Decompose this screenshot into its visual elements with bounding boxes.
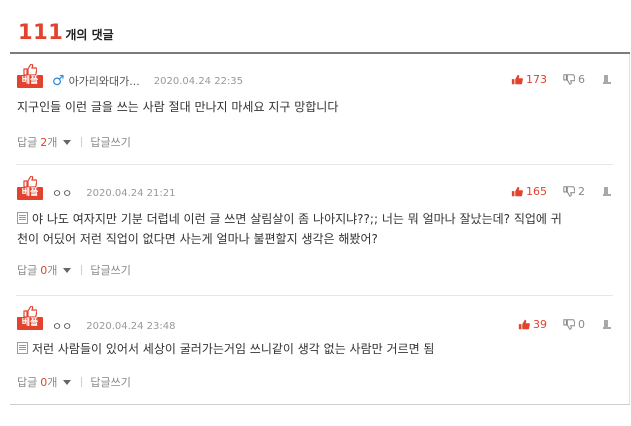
thumbs-up-icon [23,306,37,317]
reply-count[interactable]: 0 [40,376,47,389]
comment-actions: 답글 0 개 답글쓰기 [17,374,131,390]
comment-meta: ♂ 아가리와대가... 2020.04.24 22:35 [52,73,243,89]
action-divider [81,265,83,275]
like-count: 165 [526,185,547,198]
best-label: 베플 [17,317,43,330]
like-button[interactable]: 173 [511,73,547,86]
report-icon[interactable] [601,186,613,198]
reply-count[interactable]: 0 [40,264,47,277]
dislike-button[interactable]: 6 [563,73,585,86]
write-reply-button[interactable]: 답글쓰기 [90,262,130,278]
chevron-down-icon[interactable] [63,139,72,145]
comment-text-line: 야 나도 여자지만 기분 더럽네 이런 글 쓰면 살림살이 좀 나아지냐??;;… [17,209,613,229]
thumbs-down-icon [563,186,575,197]
dislike-count: 2 [578,185,585,198]
comment-count-label: 개의 댓글 [65,28,114,42]
comment-item: 베플 ㅇㅇ 2020.04.24 21:21 165 2 야 나도 여자지만 기… [17,176,613,286]
thumbs-up-icon [511,74,523,85]
reply-toggle[interactable]: 답글 [17,374,37,390]
reply-unit: 개 [47,264,58,277]
vote-group: 39 0 [518,318,613,331]
comment-text-line1: 저런 사람들이 있어서 세상이 굴러가는거임 쓰니같이 생각 없는 사람만 거르… [32,342,435,356]
best-badge: 베플 [17,306,43,330]
chevron-down-icon[interactable] [63,267,72,273]
comment-actions: 답글 0 개 답글쓰기 [17,262,131,278]
vote-group: 173 6 [511,73,613,86]
reply-toggle[interactable]: 답글 [17,134,37,150]
report-icon[interactable] [601,74,613,86]
male-icon: ♂ [52,72,65,89]
best-label: 베플 [17,187,43,200]
like-count: 173 [526,73,547,86]
comment-item: 베플 ♂ 아가리와대가... 2020.04.24 22:35 173 6 지구… [17,64,613,164]
comment-date: 2020.04.24 23:48 [86,320,176,332]
thumbs-down-icon [563,319,575,330]
comment-text-line1: 야 나도 여자지만 기분 더럽네 이런 글 쓰면 살림살이 좀 나아지냐??;;… [32,212,562,226]
best-badge: 베플 [17,176,43,200]
comment-divider [16,295,613,296]
comments-header: 111 개의 댓글 [18,20,114,50]
document-icon [17,212,28,224]
dislike-count: 0 [578,318,585,331]
panel-bottom-border [10,404,630,405]
comment-text: 저런 사람들이 있어서 세상이 굴러가는거임 쓰니같이 생각 없는 사람만 거르… [17,339,613,359]
comment-author[interactable]: ㅇㅇ [52,318,72,334]
vote-group: 165 2 [511,185,613,198]
chevron-down-icon[interactable] [63,379,72,385]
dislike-count: 6 [578,73,585,86]
comment-text: 지구인들 이런 글을 쓰는 사람 절대 만나지 마세요 지구 망합니다 [17,100,339,114]
write-reply-button[interactable]: 답글쓰기 [90,374,130,390]
comment-divider [16,164,613,165]
reply-count[interactable]: 2 [40,136,47,149]
comment-author[interactable]: 아가리와대가... [69,73,140,89]
comment-meta: ㅇㅇ 2020.04.24 21:21 [52,185,176,201]
action-divider [81,377,83,387]
reply-unit: 개 [47,376,58,389]
panel-border [629,54,630,405]
document-icon [17,342,28,354]
comment-actions: 답글 2 개 답글쓰기 [17,134,131,150]
thumbs-down-icon [563,74,575,85]
comment-date: 2020.04.24 22:35 [153,75,244,87]
like-count: 39 [533,318,547,331]
thumbs-up-icon [511,186,523,197]
comment-text: 야 나도 여자지만 기분 더럽네 이런 글 쓰면 살림살이 좀 나아지냐??;;… [17,209,613,249]
best-label: 베플 [17,75,43,88]
thumbs-up-icon [23,176,37,187]
thumbs-up-icon [518,319,530,330]
comment-author[interactable]: ㅇㅇ [52,185,72,201]
reply-toggle[interactable]: 답글 [17,262,37,278]
comment-date: 2020.04.24 21:21 [86,187,176,199]
comment-meta: ㅇㅇ 2020.04.24 23:48 [52,318,176,334]
like-button[interactable]: 165 [511,185,547,198]
dislike-button[interactable]: 2 [563,185,585,198]
best-badge: 베플 [17,64,43,88]
comment-item: 베플 ㅇㅇ 2020.04.24 23:48 39 0 저런 사람들이 있어서 … [17,306,613,396]
action-divider [81,137,83,147]
thumbs-up-icon [23,64,37,75]
write-reply-button[interactable]: 답글쓰기 [90,134,130,150]
like-button[interactable]: 39 [518,318,547,331]
comment-text-line2: 천이 어딨어 저런 직업이 없다면 사는게 얼마나 불편할지 생각은 해봤어? [17,232,378,246]
comment-count: 111 [18,20,64,44]
dislike-button[interactable]: 0 [563,318,585,331]
report-icon[interactable] [601,319,613,331]
reply-unit: 개 [47,136,58,149]
